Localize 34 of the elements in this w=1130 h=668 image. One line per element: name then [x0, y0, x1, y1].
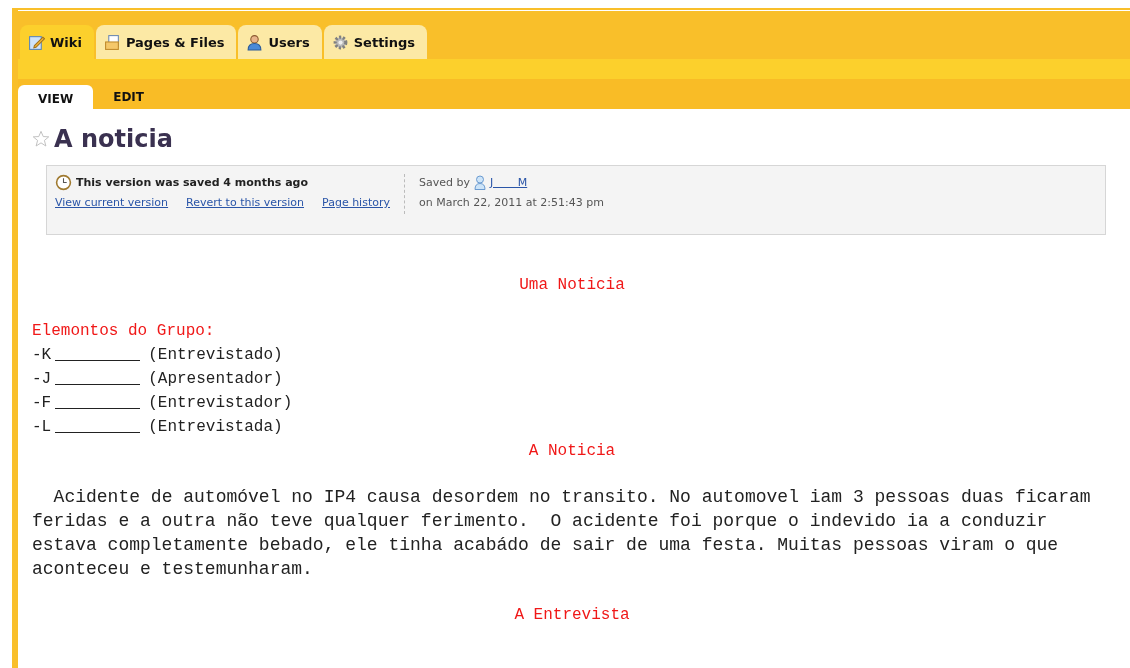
version-link[interactable]: Page history	[322, 196, 390, 209]
version-notice: This version was saved 4 months ago	[76, 176, 308, 189]
gear-icon	[331, 33, 349, 51]
star-icon[interactable]	[32, 130, 50, 148]
nav-tab[interactable]: Wiki	[20, 25, 94, 59]
member-role: (Entrevistado)	[148, 345, 283, 366]
section-heading: Uma Noticia	[518, 275, 626, 296]
section-heading: A Entrevista	[513, 605, 631, 626]
nav-tab[interactable]: Pages & Files	[95, 25, 237, 59]
member-initial: -J	[32, 369, 52, 390]
group-title: Elemontos do Grupo:	[32, 321, 216, 342]
member-initial: -F	[32, 393, 52, 414]
member-role: (Entrevistada)	[148, 417, 283, 438]
user-link[interactable]: J M	[489, 176, 550, 189]
news-paragraph: Acidente de automóvel no IP4 causa desordem no transito. No automovel iam 3 pessoas duas ficaram feridas e a outra não teve qualquer ferimento. O acidente foi porque o indevido ia a conduzir estava completamente bebado, ele tinha acabádo de sair de uma festa. Muitas pessoas viram o que aconteceu e testemunharam.	[32, 486, 1092, 581]
saved-date: on March 22, 2011 at 2:51:43 pm	[419, 196, 604, 209]
member-role: (Entrevistador)	[148, 393, 293, 414]
view-tab[interactable]: VIEW	[18, 85, 94, 109]
nav-tab[interactable]: Users	[238, 25, 322, 59]
folder-page-icon	[103, 33, 121, 51]
page-title: A noticia	[54, 125, 173, 153]
member-initial: -K	[32, 345, 52, 366]
section-heading: A Noticia	[527, 441, 617, 462]
user-icon	[246, 33, 264, 51]
nav-tab[interactable]: Settings	[323, 25, 428, 59]
version-link[interactable]: View current version	[55, 196, 169, 209]
pencil-page-icon	[28, 33, 45, 51]
view-tab[interactable]: EDIT	[93, 85, 164, 109]
version-link[interactable]: Revert to this version	[186, 196, 304, 209]
member-role: (Apresentador)	[148, 369, 283, 390]
saved-by-label: Saved by	[419, 176, 470, 189]
member-initial: -L	[32, 417, 52, 438]
user-icon	[473, 174, 486, 191]
clock-icon	[55, 174, 72, 191]
